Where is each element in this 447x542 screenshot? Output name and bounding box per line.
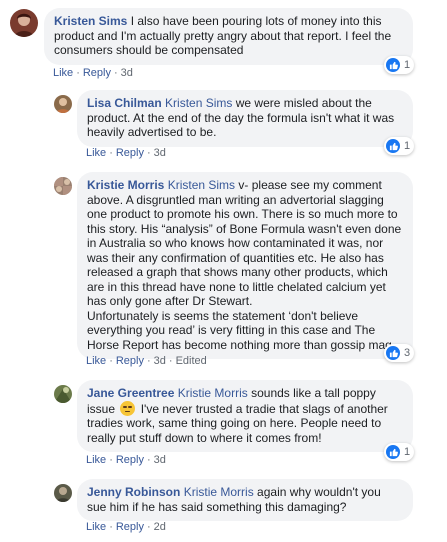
comment-actions: Like · Reply · 3d <box>53 67 133 79</box>
mention-link[interactable]: Kristen Sims <box>165 96 232 110</box>
reply-button[interactable]: Reply <box>116 454 144 466</box>
like-button[interactable]: Like <box>86 355 106 367</box>
timestamp[interactable]: 3d <box>154 355 166 367</box>
comment-author[interactable]: Lisa Chilman <box>87 96 162 110</box>
like-button[interactable]: Like <box>86 521 106 533</box>
avatar[interactable] <box>54 484 72 502</box>
comment-author[interactable]: Jane Greentree <box>87 386 174 400</box>
mention-link[interactable]: Kristie Morris <box>184 485 254 499</box>
thumbs-up-icon <box>386 139 400 153</box>
timestamp[interactable]: 2d <box>154 521 166 533</box>
comment-bubble: Lisa Chilman Kristen Sims we were misled… <box>77 90 413 147</box>
reaction-count-value: 1 <box>404 140 411 152</box>
avatar[interactable] <box>54 177 72 195</box>
like-button[interactable]: Like <box>86 147 106 159</box>
avatar[interactable] <box>54 385 72 403</box>
thumbs-up-icon <box>386 346 400 360</box>
thumbs-up-icon <box>386 445 400 459</box>
edited-label[interactable]: Edited <box>176 355 207 367</box>
thumbs-up-icon <box>386 58 400 72</box>
like-button[interactable]: Like <box>86 454 106 466</box>
comment-author[interactable]: Jenny Robinson <box>87 485 180 499</box>
reaction-count[interactable]: 1 <box>384 443 415 461</box>
reply-button[interactable]: Reply <box>116 147 144 159</box>
comment-actions: Like · Reply · 3d · Edited <box>86 355 207 367</box>
reaction-count-value: 1 <box>404 59 411 71</box>
comment-bubble: Jenny Robinson Kristie Morris again why … <box>77 479 413 521</box>
reply-button[interactable]: Reply <box>116 521 144 533</box>
reply-button[interactable]: Reply <box>116 355 144 367</box>
timestamp[interactable]: 3d <box>121 67 133 79</box>
mention-link[interactable]: Kristie Morris <box>178 386 248 400</box>
timestamp[interactable]: 3d <box>154 454 166 466</box>
comment-text-paragraph-2: Unfortunately is seems the statement ‘do… <box>87 308 396 352</box>
comment-actions: Like · Reply · 2d <box>86 521 166 533</box>
comment-bubble: Jane Greentree Kristie Morris sounds lik… <box>77 380 413 452</box>
reaction-count-value: 1 <box>404 446 411 458</box>
comment-text: v- please see my comment above. A disgru… <box>87 178 402 308</box>
comment-actions: Like · Reply · 3d <box>86 147 166 159</box>
comment-actions: Like · Reply · 3d <box>86 454 166 466</box>
reaction-count[interactable]: 3 <box>384 344 415 362</box>
comment-bubble: Kristen Sims I also have been pouring lo… <box>44 8 413 65</box>
comment-author[interactable]: Kristie Morris <box>87 178 164 192</box>
reply-button[interactable]: Reply <box>83 67 111 79</box>
reaction-count-value: 3 <box>404 347 411 359</box>
like-button[interactable]: Like <box>53 67 73 79</box>
reaction-count[interactable]: 1 <box>384 137 415 155</box>
avatar[interactable] <box>10 9 38 37</box>
avatar[interactable] <box>54 95 72 113</box>
reaction-count[interactable]: 1 <box>384 56 415 74</box>
sad-face-emoji-icon <box>120 400 136 416</box>
timestamp[interactable]: 3d <box>154 147 166 159</box>
comment-bubble: Kristie Morris Kristen Sims v- please se… <box>77 172 413 359</box>
comment-author[interactable]: Kristen Sims <box>54 14 127 28</box>
mention-link[interactable]: Kristen Sims <box>168 178 235 192</box>
